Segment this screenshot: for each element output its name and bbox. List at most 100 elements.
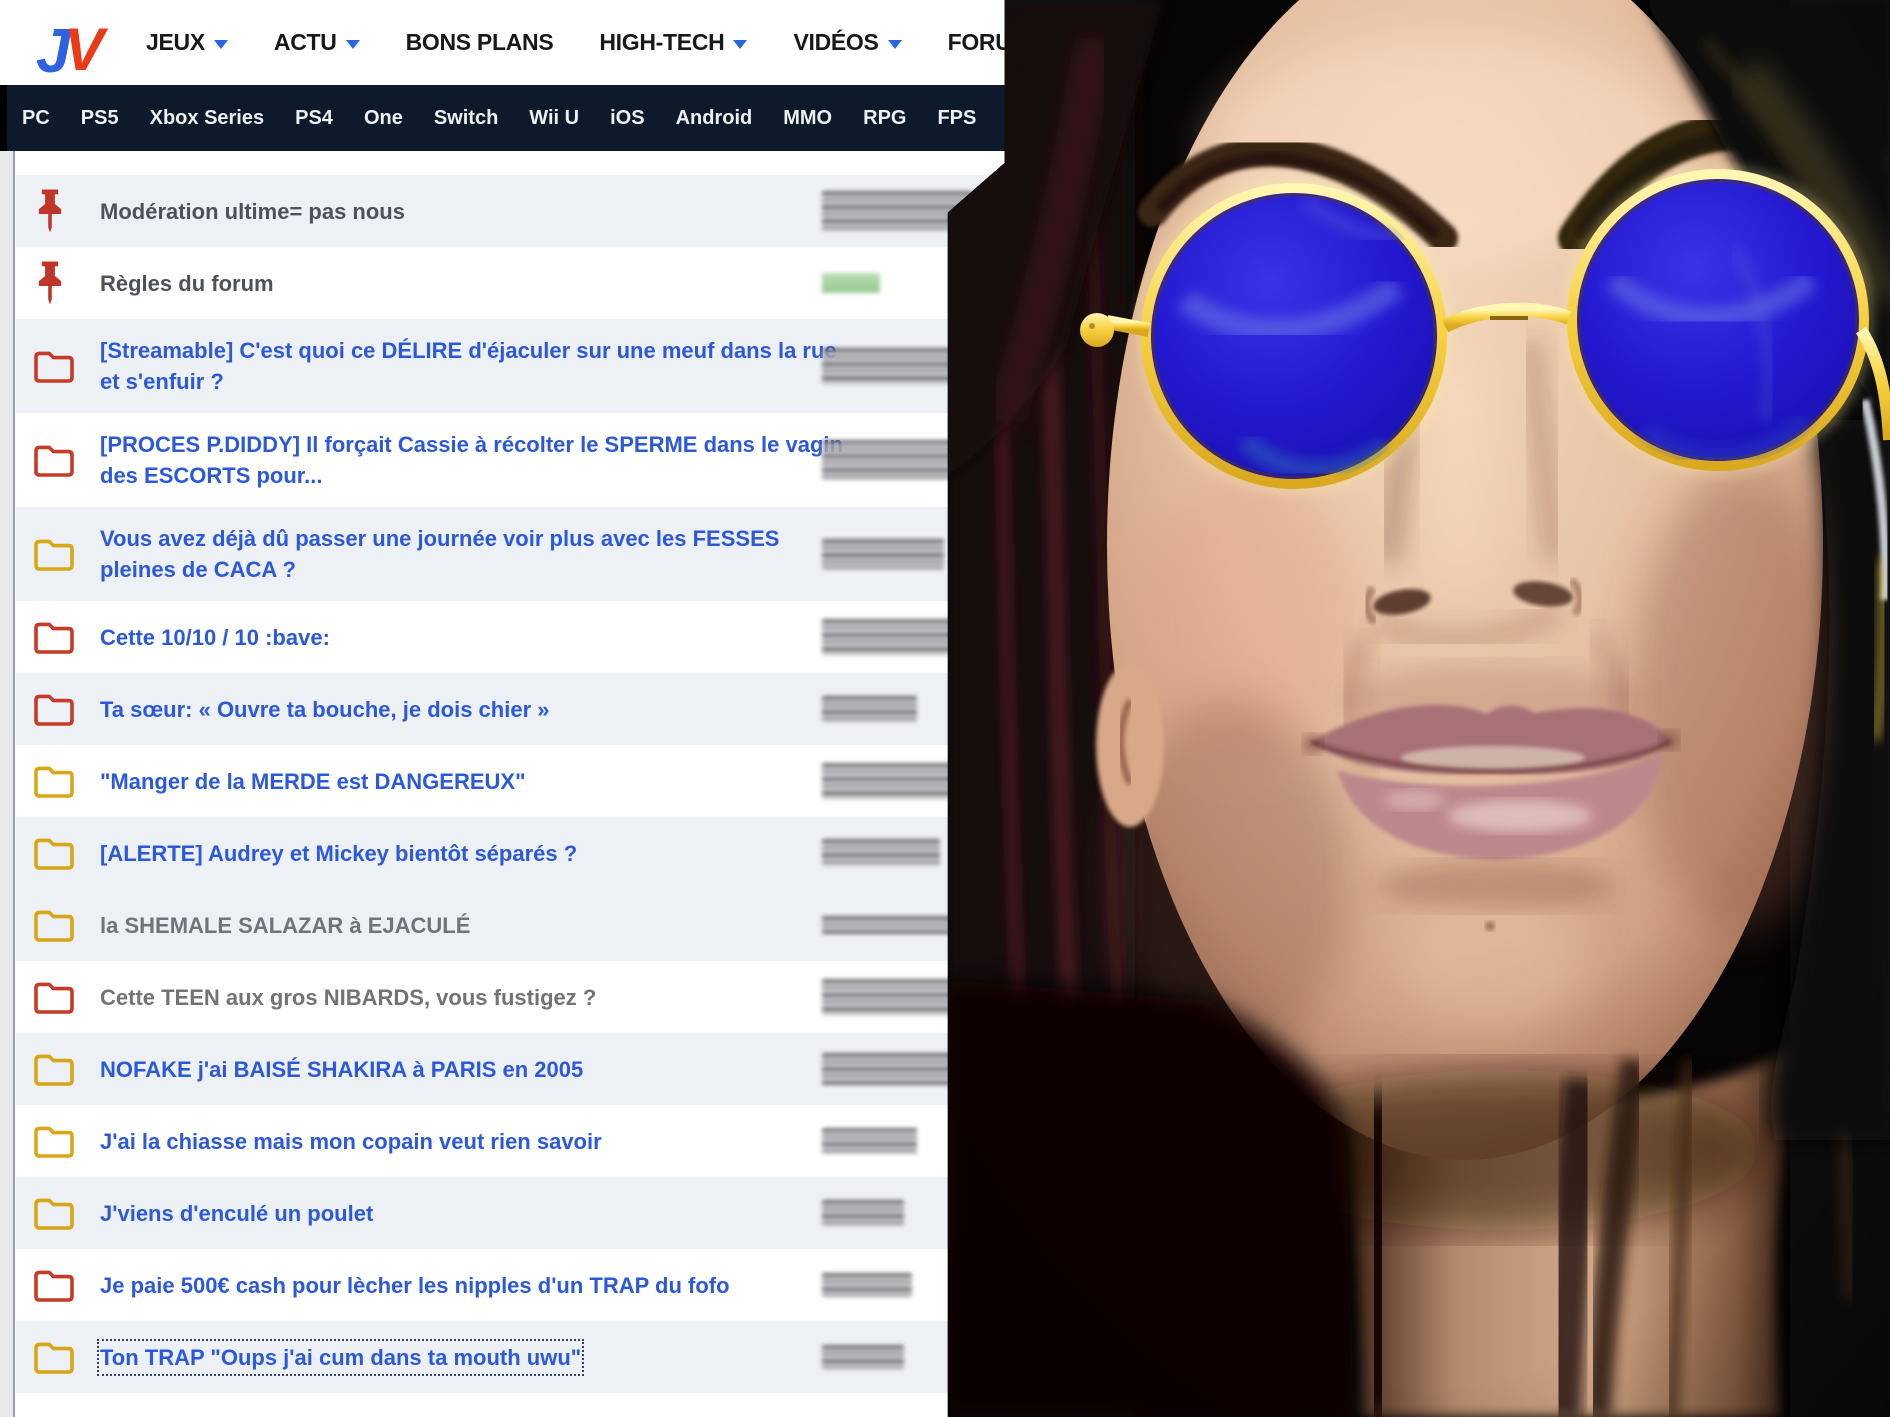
redacted-author-blur: [822, 273, 880, 293]
platform-nav-item-xbox-series[interactable]: Xbox Series: [150, 107, 265, 130]
forum-topic-list: Modération ultime= pas nous Règles du fo…: [16, 151, 1016, 1393]
redacted-author-blur: [822, 440, 964, 480]
chevron-down-icon: [733, 40, 747, 49]
pin-icon: [32, 188, 68, 234]
topic-row[interactable]: "Manger de la MERDE est DANGEREUX": [16, 745, 1016, 817]
folder-icon: [32, 835, 76, 871]
jeuxvideo-forum-page: J V JEUXACTUBONS PLANSHIGH-TECHVIDÉOSFOR…: [0, 0, 1890, 1417]
topic-row[interactable]: [ALERTE] Audrey et Mickey bientôt séparé…: [16, 817, 1016, 889]
platform-nav-item-wii-u[interactable]: Wii U: [529, 107, 579, 130]
redacted-author-blur: [822, 1053, 952, 1085]
topic-row[interactable]: Ta sœur: « Ouvre ta bouche, je dois chie…: [16, 673, 1016, 745]
platform-nav-item-pc[interactable]: PC: [22, 107, 50, 130]
folder-icon: [32, 1267, 76, 1303]
folder-icon: [32, 907, 76, 943]
folder-icon: [32, 348, 76, 384]
topic-title[interactable]: [ALERTE] Audrey et Mickey bientôt séparé…: [100, 838, 577, 869]
nav-item-actu[interactable]: ACTU: [274, 29, 360, 56]
topic-row[interactable]: Cette TEEN aux gros NIBARDS, vous fustig…: [16, 961, 1016, 1033]
folder-icon: [32, 979, 76, 1015]
topic-title[interactable]: Cette TEEN aux gros NIBARDS, vous fustig…: [100, 982, 596, 1013]
topic-row[interactable]: Vous avez déjà dû passer une journée voi…: [16, 507, 1016, 601]
folder-icon: [32, 619, 76, 655]
chevron-down-icon: [346, 40, 360, 49]
selfie-photo-overlay: [945, 0, 1890, 1417]
nav-item-jeux[interactable]: JEUX: [146, 29, 228, 56]
folder-icon: [32, 763, 76, 799]
topic-title[interactable]: J'viens d'enculé un poulet: [100, 1198, 373, 1229]
nav-item-label: HIGH-TECH: [599, 29, 724, 56]
folder-icon: [32, 835, 76, 871]
folder-icon: [32, 1051, 76, 1087]
folder-icon: [32, 1195, 76, 1231]
platform-nav-item-rpg[interactable]: RPG: [863, 107, 906, 130]
platform-nav-item-fps[interactable]: FPS: [937, 107, 976, 130]
topic-row[interactable]: Je paie 500€ cash pour lècher les nipple…: [16, 1249, 1016, 1321]
topic-title[interactable]: Vous avez déjà dû passer une journée voi…: [100, 523, 845, 585]
topic-row[interactable]: Cette 10/10 / 10 :bave:: [16, 601, 1016, 673]
topic-row[interactable]: [Streamable] C'est quoi ce DÉLIRE d'éjac…: [16, 319, 1016, 413]
folder-icon: [32, 1123, 76, 1159]
topic-title[interactable]: "Manger de la MERDE est DANGEREUX": [100, 766, 526, 797]
redacted-author-blur: [822, 979, 962, 1015]
list-top-spacer: [16, 151, 1016, 175]
topic-row[interactable]: NOFAKE j'ai BAISÉ SHAKIRA à PARIS en 200…: [16, 1033, 1016, 1105]
topic-title[interactable]: J'ai la chiasse mais mon copain veut rie…: [100, 1126, 602, 1157]
folder-icon: [32, 691, 76, 727]
nav-item-label: JEUX: [146, 29, 205, 56]
jv-logo-v: V: [64, 18, 109, 78]
nav-item-label: ACTU: [274, 29, 337, 56]
topic-title[interactable]: Ton TRAP "Oups j'ai cum dans ta mouth uw…: [100, 1342, 581, 1373]
selfie-photo-art: [945, 0, 1890, 1417]
folder-icon: [32, 1339, 76, 1375]
folder-icon: [32, 442, 76, 478]
topic-row[interactable]: J'ai la chiasse mais mon copain veut rie…: [16, 1105, 1016, 1177]
redacted-author-blur: [822, 763, 962, 799]
folder-icon: [32, 536, 76, 572]
folder-icon: [32, 536, 76, 572]
platform-nav-item-android[interactable]: Android: [676, 107, 753, 130]
folder-icon: [32, 1051, 76, 1087]
redacted-author-blur: [822, 1200, 904, 1226]
platform-nav-item-one[interactable]: One: [364, 107, 403, 130]
platform-nav-item-ps4[interactable]: PS4: [295, 107, 333, 130]
pin-icon: [32, 188, 68, 234]
topic-row[interactable]: la SHEMALE SALAZAR à EJACULÉ: [16, 889, 1016, 961]
topic-title[interactable]: Je paie 500€ cash pour lècher les nipple…: [100, 1270, 730, 1301]
platform-nav-item-ios[interactable]: iOS: [610, 107, 644, 130]
topic-row[interactable]: [PROCES P.DIDDY] Il forçait Cassie à réc…: [16, 413, 1016, 507]
folder-icon: [32, 1195, 76, 1231]
pin-icon: [32, 260, 68, 306]
topic-title[interactable]: Règles du forum: [100, 268, 274, 299]
redacted-author-blur: [822, 1128, 917, 1154]
topic-title[interactable]: [Streamable] C'est quoi ce DÉLIRE d'éjac…: [100, 335, 845, 397]
topic-title[interactable]: NOFAKE j'ai BAISÉ SHAKIRA à PARIS en 200…: [100, 1054, 583, 1085]
redacted-author-blur: [822, 1345, 904, 1369]
page-left-gutter: [0, 151, 15, 1417]
topic-title[interactable]: [PROCES P.DIDDY] Il forçait Cassie à réc…: [100, 429, 845, 491]
folder-icon: [32, 348, 76, 384]
topic-title[interactable]: Modération ultime= pas nous: [100, 196, 405, 227]
folder-icon: [32, 907, 76, 943]
folder-icon: [32, 1123, 76, 1159]
platform-nav-item-ps5[interactable]: PS5: [81, 107, 119, 130]
topic-row[interactable]: Modération ultime= pas nous: [16, 175, 1016, 247]
jv-logo[interactable]: J V: [34, 18, 130, 78]
topic-title[interactable]: Ta sœur: « Ouvre ta bouche, je dois chie…: [100, 694, 550, 725]
topic-row[interactable]: Ton TRAP "Oups j'ai cum dans ta mouth uw…: [16, 1321, 1016, 1393]
redacted-author-blur: [822, 839, 940, 867]
platform-nav-item-switch[interactable]: Switch: [434, 107, 498, 130]
topic-row[interactable]: Règles du forum: [16, 247, 1016, 319]
folder-icon: [32, 442, 76, 478]
pin-icon: [32, 260, 68, 306]
topic-title[interactable]: la SHEMALE SALAZAR à EJACULÉ: [100, 910, 470, 941]
nav-item-vidéos[interactable]: VIDÉOS: [793, 29, 901, 56]
topic-title[interactable]: Cette 10/10 / 10 :bave:: [100, 622, 330, 653]
folder-icon: [32, 1267, 76, 1303]
nav-item-bons-plans[interactable]: BONS PLANS: [406, 29, 554, 56]
platform-nav-item-mmo[interactable]: MMO: [783, 107, 832, 130]
nav-item-high-tech[interactable]: HIGH-TECH: [599, 29, 747, 56]
topic-row[interactable]: J'viens d'enculé un poulet: [16, 1177, 1016, 1249]
redacted-author-blur: [822, 696, 917, 722]
chevron-down-icon: [888, 40, 902, 49]
